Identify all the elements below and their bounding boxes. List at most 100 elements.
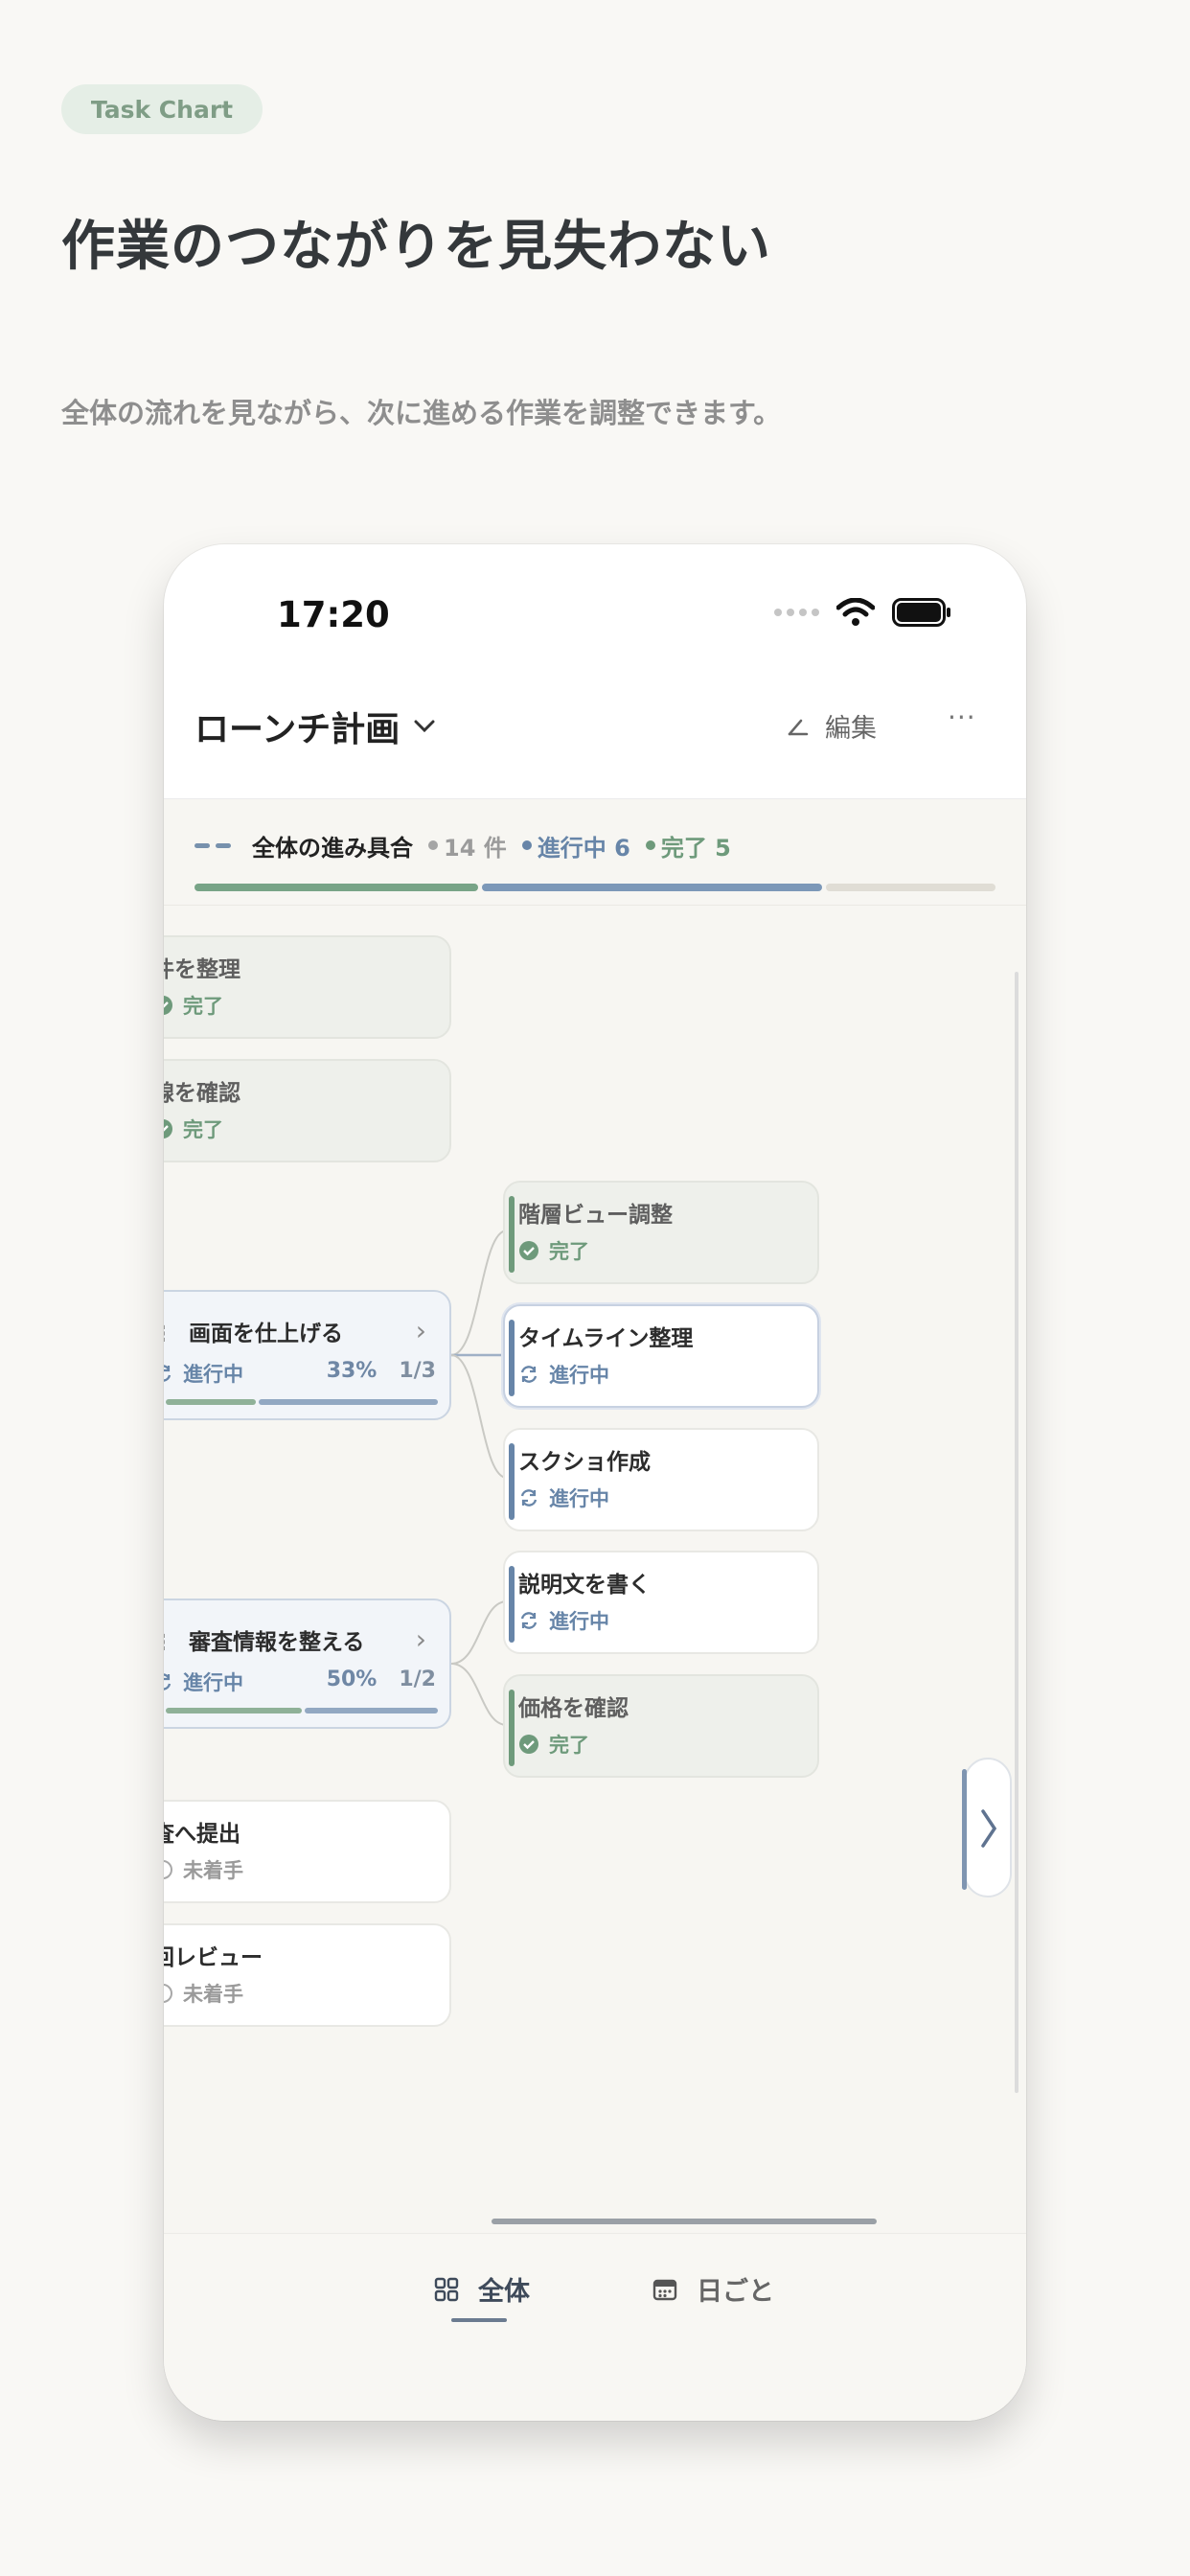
task-status: 未着手	[164, 1855, 243, 1884]
status-accent-bar	[509, 1690, 515, 1766]
tab-label: 全体	[478, 2277, 530, 2307]
signal-icon	[774, 609, 819, 616]
check-circle-icon	[164, 1119, 172, 1138]
tab-daily[interactable]: 日ごと	[652, 2270, 774, 2308]
check-circle-icon	[519, 1735, 538, 1754]
drag-handle-icon: ⋮	[164, 1322, 173, 1346]
task-card[interactable]: 査へ提出 未着手	[164, 1800, 451, 1903]
task-title-label: 審査情報を整える	[189, 1630, 365, 1655]
subtask-card[interactable]: 説明文を書く 進行中	[503, 1551, 819, 1654]
vertical-scrollbar[interactable]	[1015, 972, 1018, 2093]
more-button[interactable]: ···	[948, 702, 976, 733]
task-card[interactable]: 線を確認 完了	[164, 1059, 451, 1162]
check-circle-icon	[164, 996, 172, 1015]
parent-task-card[interactable]: ⋮ 審査情報を整える › 進行中 50% 1/2	[164, 1598, 451, 1729]
chevron-right-icon[interactable]: ›	[416, 1623, 426, 1655]
headline: 作業のつながりを見失わない	[61, 216, 771, 278]
task-status-label: 進行中	[183, 1363, 243, 1386]
status-icons	[774, 598, 951, 627]
task-status: 進行中	[518, 1484, 609, 1512]
task-title: スクショ作成	[518, 1450, 651, 1475]
task-percent: 33% 1/3	[327, 1359, 436, 1383]
connector-line	[450, 1600, 508, 1665]
chevron-right-icon[interactable]: ›	[416, 1315, 426, 1346]
sync-icon	[520, 1612, 538, 1629]
task-status: 進行中	[164, 1359, 243, 1388]
grid-icon	[434, 2277, 459, 2301]
task-title: ⋮ 画面を仕上げる	[164, 1315, 343, 1347]
empty-circle-icon	[164, 1860, 172, 1879]
edit-button[interactable]: 編集	[787, 707, 877, 745]
app-badge: Task Chart	[61, 84, 263, 134]
horizontal-scrollbar[interactable]	[492, 2219, 877, 2224]
subtask-card[interactable]: 価格を確認 完了	[503, 1674, 819, 1778]
task-percent-label: 50%	[326, 1668, 378, 1691]
task-status-label: 未着手	[183, 1983, 243, 2006]
task-progress-done	[166, 1399, 256, 1405]
empty-circle-icon	[164, 1984, 172, 2003]
battery-icon	[892, 598, 950, 627]
task-status: 進行中	[518, 1360, 609, 1389]
project-selector[interactable]: ローンチ計画	[195, 702, 436, 751]
task-status: 未着手	[164, 1979, 243, 2008]
sync-icon	[520, 1489, 538, 1506]
chevron-down-icon	[414, 720, 435, 733]
edit-label: 編集	[825, 714, 877, 744]
connector-line	[450, 1354, 508, 1479]
task-title: ⋮ 審査情報を整える	[164, 1623, 364, 1656]
subtask-card[interactable]: タイムライン整理 進行中	[503, 1304, 819, 1408]
task-percent: 50% 1/2	[327, 1668, 436, 1691]
pencil-icon	[788, 719, 809, 735]
task-title: 説明文を書く	[518, 1573, 651, 1598]
task-status-label: 進行中	[549, 1487, 609, 1510]
task-status: 完了	[518, 1730, 589, 1759]
task-title: 階層ビュー調整	[518, 1203, 673, 1228]
task-chart-canvas[interactable]: 全体の進み具合 14 件 進行中 6 完了 5 を整理 完了 を確認 完了 画面…	[164, 799, 1026, 2233]
subtask-card[interactable]: スクショ作成 進行中	[503, 1428, 819, 1531]
task-status-label: 完了	[549, 1240, 589, 1263]
task-status: 完了	[518, 1236, 589, 1265]
drag-handle-icon: ⋮	[164, 1631, 173, 1655]
task-card[interactable]: 回レビュー 未着手	[164, 1923, 451, 2027]
task-title-label: 画面を仕上げる	[189, 1322, 344, 1346]
task-status: 進行中	[518, 1606, 609, 1635]
task-progress-remaining	[305, 1708, 438, 1714]
task-status-label: 完了	[549, 1734, 589, 1757]
status-accent-bar	[509, 1443, 515, 1520]
connector-line	[450, 1230, 508, 1356]
task-subcount-label: 1/2	[399, 1668, 436, 1691]
subtask-card[interactable]: 階層ビュー調整 完了	[503, 1181, 819, 1284]
task-title: 回レビュー	[164, 1945, 263, 1970]
task-status: 完了	[164, 1115, 223, 1143]
parent-task-card[interactable]: ⋮ 画面を仕上げる › 進行中 33% 1/3	[164, 1290, 451, 1420]
task-progress-remaining	[258, 1399, 438, 1405]
sync-icon	[164, 1673, 172, 1690]
connector-line	[450, 1663, 508, 1726]
nav-bar: ローンチ計画 編集 ···	[164, 688, 1026, 769]
side-handle-accent	[962, 1769, 967, 1890]
sync-icon	[164, 1365, 172, 1382]
task-status: 進行中	[164, 1668, 243, 1696]
check-circle-icon	[519, 1241, 538, 1260]
sync-icon	[520, 1366, 538, 1383]
task-title: 件を整理	[164, 957, 240, 982]
wifi-icon	[836, 598, 875, 626]
task-status-label: 未着手	[183, 1859, 243, 1882]
status-accent-bar	[509, 1320, 515, 1396]
task-subcount-label: 1/3	[399, 1359, 436, 1383]
phone-frame: 17:20 ローンチ計画 編集 ··· 全体の進み具合 14 件 進行中 6 完…	[164, 544, 1026, 2421]
task-title: 線を確認	[164, 1081, 240, 1106]
tab-overview[interactable]: 全体	[434, 2270, 530, 2308]
status-accent-bar	[509, 1196, 515, 1273]
tab-label: 日ごと	[697, 2277, 774, 2307]
task-progress-done	[166, 1708, 302, 1714]
task-status-label: 進行中	[183, 1671, 243, 1694]
status-time: 17:20	[277, 594, 390, 635]
status-accent-bar	[509, 1566, 515, 1643]
task-title: タイムライン整理	[518, 1326, 694, 1351]
task-card[interactable]: 件を整理 完了	[164, 935, 451, 1039]
chevron-right-icon	[981, 1809, 997, 1848]
project-title: ローンチ計画	[195, 710, 400, 749]
side-panel-toggle[interactable]	[962, 1758, 1012, 1898]
active-tab-indicator	[451, 2318, 507, 2322]
